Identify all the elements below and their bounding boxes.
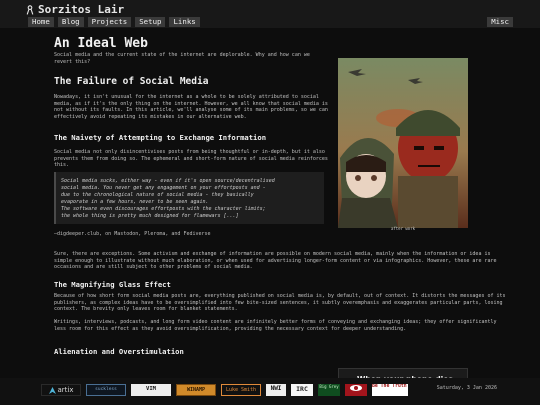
quote-line: social media. You never get any engageme… — [61, 184, 266, 191]
quote-line: Social media sucks, either way - even if… — [61, 178, 275, 184]
alienation-heading: Alienation and Overstimulation — [54, 347, 184, 356]
page-title: An Ideal Web — [54, 36, 148, 51]
section-heading: The Failure of Social Media — [54, 76, 209, 87]
irc-badge[interactable]: IRC — [291, 384, 313, 396]
big-grey-badge[interactable]: Big Grey — [318, 384, 340, 396]
subsection-paragraph: Social media not only disincentivises po… — [54, 149, 328, 169]
suckless-badge[interactable]: suckless — [86, 384, 126, 396]
nav-home[interactable]: Home — [28, 17, 54, 27]
subsection-heading: The Naivety of Attempting to Exchange In… — [54, 133, 267, 142]
main-nav: Home Blog Projects Setup Links — [28, 17, 200, 27]
artix-badge[interactable]: artix — [41, 384, 81, 396]
site-logo[interactable]: Sorzitos Lair — [26, 3, 124, 16]
eye-icon — [350, 385, 362, 391]
quote-line: due to the chronological nature of socia… — [61, 191, 254, 198]
nav-misc[interactable]: Misc — [487, 17, 513, 27]
quote-line: the whole thing is pretty much designed … — [61, 212, 239, 219]
badge-row: artix suckless VIM WINAMP Luke Smith NWI… — [41, 384, 408, 396]
luke-smith-badge[interactable]: Luke Smith — [221, 384, 261, 396]
quote-line: The software even discourages effortpost… — [61, 205, 266, 212]
site-title: Sorzitos Lair — [38, 3, 125, 16]
nav-links[interactable]: Links — [169, 17, 200, 27]
quote-attribution: —digdeeper.club, on Mastodon, Pleroma, a… — [54, 231, 211, 237]
vim-badge[interactable]: VIM — [131, 384, 171, 396]
eye-badge[interactable] — [345, 384, 367, 396]
section-paragraph: Nowadays, it isn't unusual for the inter… — [54, 94, 328, 120]
magnify-paragraph-2: Writings, interviews, podcasts, and long… — [54, 319, 497, 332]
artix-logo-icon — [48, 386, 56, 394]
nav-projects[interactable]: Projects — [87, 17, 132, 27]
magnify-heading: The Magnifying Glass Effect — [54, 280, 171, 289]
page-subtitle: Social media and the current state of th… — [54, 52, 310, 65]
magnify-paragraph: Because of how short form social media p… — [54, 293, 506, 313]
quote-line: evaporate in a few hours, never to be se… — [61, 198, 209, 205]
exceptions-paragraph: Sure, there are exceptions. Some activis… — [54, 251, 497, 271]
article-image — [338, 58, 468, 228]
ribbon-icon — [26, 4, 34, 15]
blockquote: Social media sucks, either way - even if… — [54, 172, 324, 224]
winamp-badge[interactable]: WINAMP — [176, 384, 216, 396]
nwi-badge[interactable]: NWI — [266, 384, 286, 396]
soldier-artwork — [338, 58, 468, 228]
nav-setup[interactable]: Setup — [135, 17, 166, 27]
image-caption: after work — [390, 226, 416, 231]
be-the-truth-badge[interactable]: Be The Truth Now — [372, 384, 408, 396]
footer-date: Saturday, 3 Jan 2026 — [436, 385, 497, 391]
nav-blog[interactable]: Blog — [57, 17, 84, 27]
